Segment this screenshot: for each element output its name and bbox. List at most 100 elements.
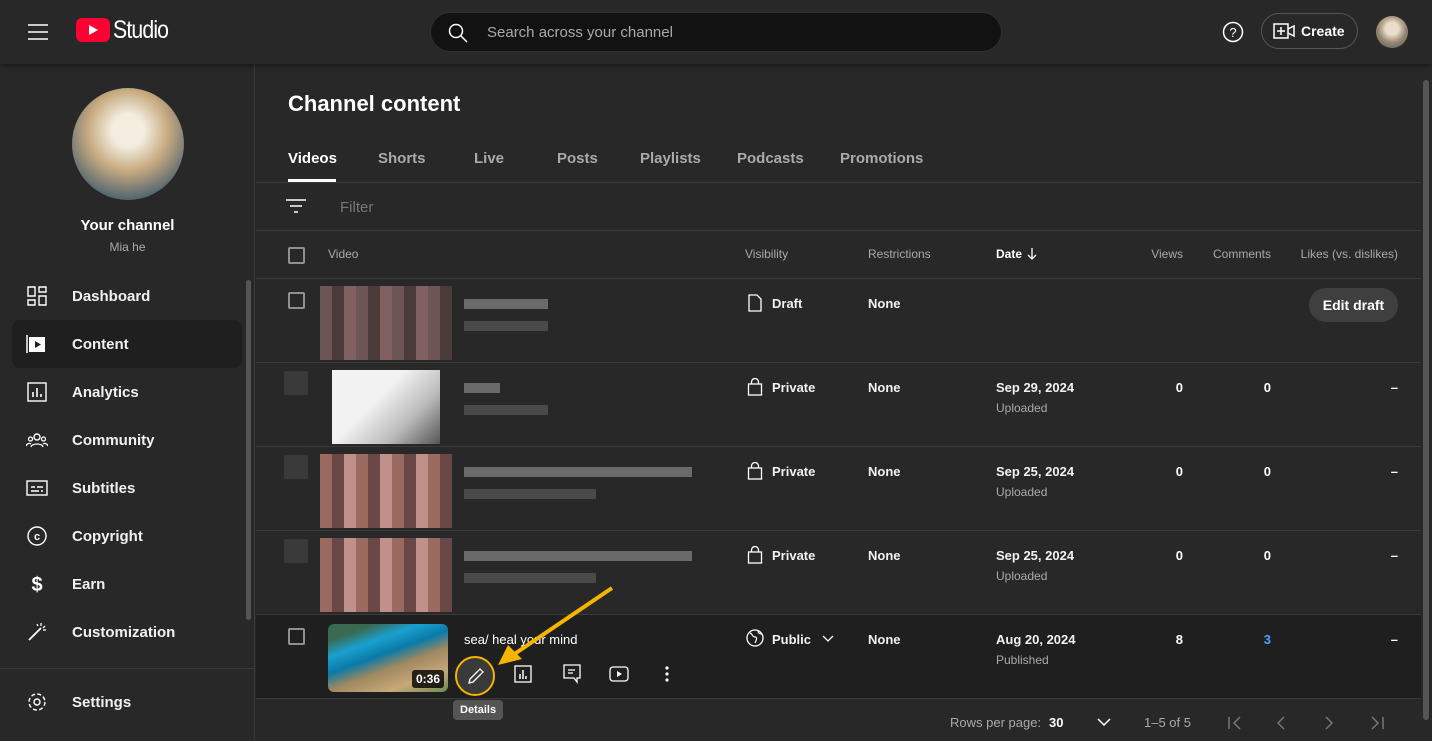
row-checkbox[interactable] [284,539,308,563]
divider [256,230,1421,231]
sidebar-item-label: Copyright [72,527,143,545]
create-button[interactable]: Create [1261,13,1358,49]
video-thumbnail[interactable] [320,538,452,612]
community-icon [26,433,48,448]
sidebar-item-dashboard[interactable]: Dashboard [12,272,242,320]
tab-podcasts[interactable]: Podcasts [737,150,804,167]
upload-status: Uploaded [996,569,1048,583]
next-page-icon[interactable] [1324,716,1334,730]
divider [256,182,1421,183]
table-row[interactable]: Draft None Edit draft [256,278,1421,362]
table-row[interactable]: 0:36 sea/ heal your mind Public None Aug… [256,614,1421,698]
row-checkbox[interactable] [288,292,305,309]
sidebar-item-label: Analytics [72,383,139,401]
previous-page-icon[interactable] [1276,716,1286,730]
channel-avatar[interactable] [72,88,184,200]
redacted-description [464,573,596,583]
sidebar-item-settings[interactable]: Settings [12,678,242,726]
select-all-checkbox[interactable] [288,247,305,264]
sidebar-item-analytics[interactable]: Analytics [12,368,242,416]
views-value: 0 [1175,464,1183,479]
video-thumbnail[interactable] [332,370,440,444]
logo-text: Studio [113,16,169,44]
column-date[interactable]: Date [996,247,1022,261]
details-tooltip: Details [453,700,504,720]
menu-icon[interactable] [28,24,48,40]
redacted-title [464,551,692,561]
sidebar-scrollbar[interactable] [246,280,251,620]
first-page-icon[interactable] [1228,716,1242,730]
youtube-logo[interactable] [76,18,110,42]
video-thumbnail[interactable] [320,454,452,528]
sidebar-item-subtitles[interactable]: Subtitles [12,464,242,512]
svg-text:$: $ [31,574,42,595]
restrictions-value: None [868,632,901,647]
account-avatar[interactable] [1376,16,1408,48]
chevron-down-icon[interactable] [822,635,834,643]
sidebar-item-customization[interactable]: Customization [12,608,242,656]
row-checkbox[interactable] [284,371,308,395]
top-bar: Studio Search across your channel ? Crea… [0,0,1432,64]
lock-icon [747,546,763,564]
last-page-icon[interactable] [1370,716,1384,730]
sidebar-item-earn[interactable]: $ Earn [12,560,242,608]
channel-title: Your channel [80,217,175,234]
more-options-icon[interactable] [665,665,669,683]
sidebar-item-content[interactable]: Content [12,320,242,368]
table-row[interactable]: Private None Sep 25, 2024 Uploaded 0 0 – [256,530,1421,614]
pagination-range: 1–5 of 5 [1144,715,1191,730]
visibility-dropdown[interactable]: Public [772,632,811,647]
upload-status: Uploaded [996,401,1048,415]
search-placeholder: Search across your channel [487,24,673,41]
create-video-icon [1273,23,1295,39]
restrictions-value: None [868,464,901,479]
table-row[interactable]: Private None Sep 29, 2024 Uploaded 0 0 – [256,362,1421,446]
video-thumbnail[interactable] [320,286,452,360]
date-value: Aug 20, 2024 [996,632,1076,647]
rows-per-page-select[interactable]: 30 [1049,715,1063,730]
dashboard-icon [27,286,47,306]
svg-text:c: c [34,531,40,543]
sidebar-item-copyright[interactable]: c Copyright [12,512,242,560]
visibility-value[interactable]: Private [772,380,815,395]
visibility-value[interactable]: Private [772,464,815,479]
tab-live[interactable]: Live [474,150,504,167]
tab-shorts[interactable]: Shorts [378,150,426,167]
column-visibility[interactable]: Visibility [745,247,788,261]
sort-down-icon[interactable] [1026,247,1038,261]
search-input[interactable]: Search across your channel [430,12,1002,52]
divider [256,698,1421,699]
visibility-value[interactable]: Private [772,548,815,563]
edit-draft-button[interactable]: Edit draft [1309,288,1398,322]
video-thumbnail[interactable]: 0:36 [328,624,448,692]
views-value: 0 [1175,380,1183,395]
filter-icon[interactable] [286,198,306,214]
likes-value: – [1390,464,1398,479]
tab-videos[interactable]: Videos [288,150,337,167]
main-scrollbar[interactable] [1423,80,1429,720]
draft-file-icon [748,294,762,312]
analytics-icon [27,382,47,402]
row-checkbox[interactable] [288,628,305,645]
tab-posts[interactable]: Posts [557,150,598,167]
filter-input[interactable]: Filter [340,199,373,216]
dollar-icon: $ [31,574,42,595]
row-checkbox[interactable] [284,455,308,479]
sidebar-item-label: Settings [72,693,132,711]
redacted-title [464,299,548,309]
sidebar: Your channel Mia he Dashboard Content An… [0,64,255,741]
tab-promotions[interactable]: Promotions [840,150,923,167]
visibility-value: Draft [772,296,803,311]
table-row[interactable]: Private None Sep 25, 2024 Uploaded 0 0 – [256,446,1421,530]
column-views[interactable]: Views [1100,247,1183,261]
help-icon[interactable]: ? [1222,21,1244,43]
column-likes[interactable]: Likes (vs. dislikes) [1280,247,1398,261]
column-comments[interactable]: Comments [1190,247,1271,261]
details-button[interactable] [455,656,495,696]
tab-playlists[interactable]: Playlists [640,150,701,167]
comments-link[interactable]: 3 [1196,632,1271,647]
sidebar-item-community[interactable]: Community [12,416,242,464]
chevron-down-icon[interactable] [1097,718,1111,727]
comments-value: 0 [1263,380,1271,395]
lock-icon [747,378,763,396]
